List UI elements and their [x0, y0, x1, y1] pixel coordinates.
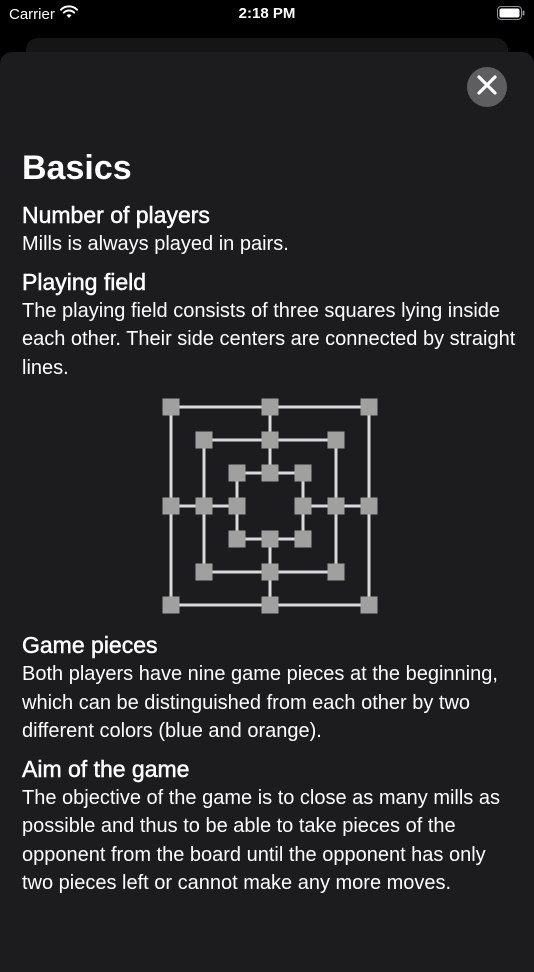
- section-game-pieces: Game pieces Both players have nine game …: [22, 630, 517, 746]
- section-body: The objective of the game is to close as…: [22, 786, 500, 895]
- board-point: [327, 431, 344, 449]
- mill-board: [162, 398, 377, 614]
- section-playing-field: Playing field The playing field consists…: [22, 267, 517, 383]
- status-bar: Carrier 2:18 PM: [0, 0, 534, 30]
- board-point: [228, 530, 245, 548]
- board-square: [235, 471, 304, 541]
- section-body: Mills is always played in pairs.: [22, 233, 289, 255]
- board-diagram: [22, 398, 517, 614]
- board-point: [228, 464, 245, 482]
- page-title: Basics: [22, 149, 132, 187]
- board-point: [195, 563, 212, 581]
- rules-content: Basics Number of players Mills is always…: [22, 145, 517, 906]
- board-point: [162, 497, 179, 515]
- section-heading: Number of players: [22, 202, 210, 229]
- board-point: [294, 497, 311, 515]
- board-point: [327, 497, 344, 515]
- board-point: [261, 530, 278, 548]
- board-point: [261, 464, 278, 482]
- section-heading: Aim of the game: [22, 755, 190, 782]
- section-aim-of-the-game: Aim of the game The objective of the gam…: [22, 754, 517, 898]
- board-point: [294, 464, 311, 482]
- board-point: [360, 497, 377, 515]
- section-number-of-players: Number of players Mills is always played…: [22, 200, 517, 259]
- section-body: The playing field consists of three squa…: [22, 299, 516, 379]
- section-heading: Playing field: [22, 268, 147, 295]
- board-point: [195, 497, 212, 515]
- board-point: [360, 596, 377, 614]
- board-point: [294, 530, 311, 548]
- board-point: [261, 596, 278, 614]
- board-point: [261, 563, 278, 581]
- board-point: [261, 398, 278, 416]
- board-point: [162, 398, 179, 416]
- board-point: [195, 431, 212, 449]
- section-body: Both players have nine game pieces at th…: [22, 663, 498, 742]
- board-point: [228, 497, 245, 515]
- board-point: [360, 398, 377, 416]
- battery-icon: [497, 6, 525, 20]
- section-heading: Game pieces: [22, 632, 158, 659]
- close-button[interactable]: [467, 67, 507, 107]
- close-icon: [476, 74, 498, 101]
- board-point: [327, 563, 344, 581]
- status-time: 2:18 PM: [238, 5, 296, 22]
- board-point: [261, 431, 278, 449]
- board-point: [162, 596, 179, 614]
